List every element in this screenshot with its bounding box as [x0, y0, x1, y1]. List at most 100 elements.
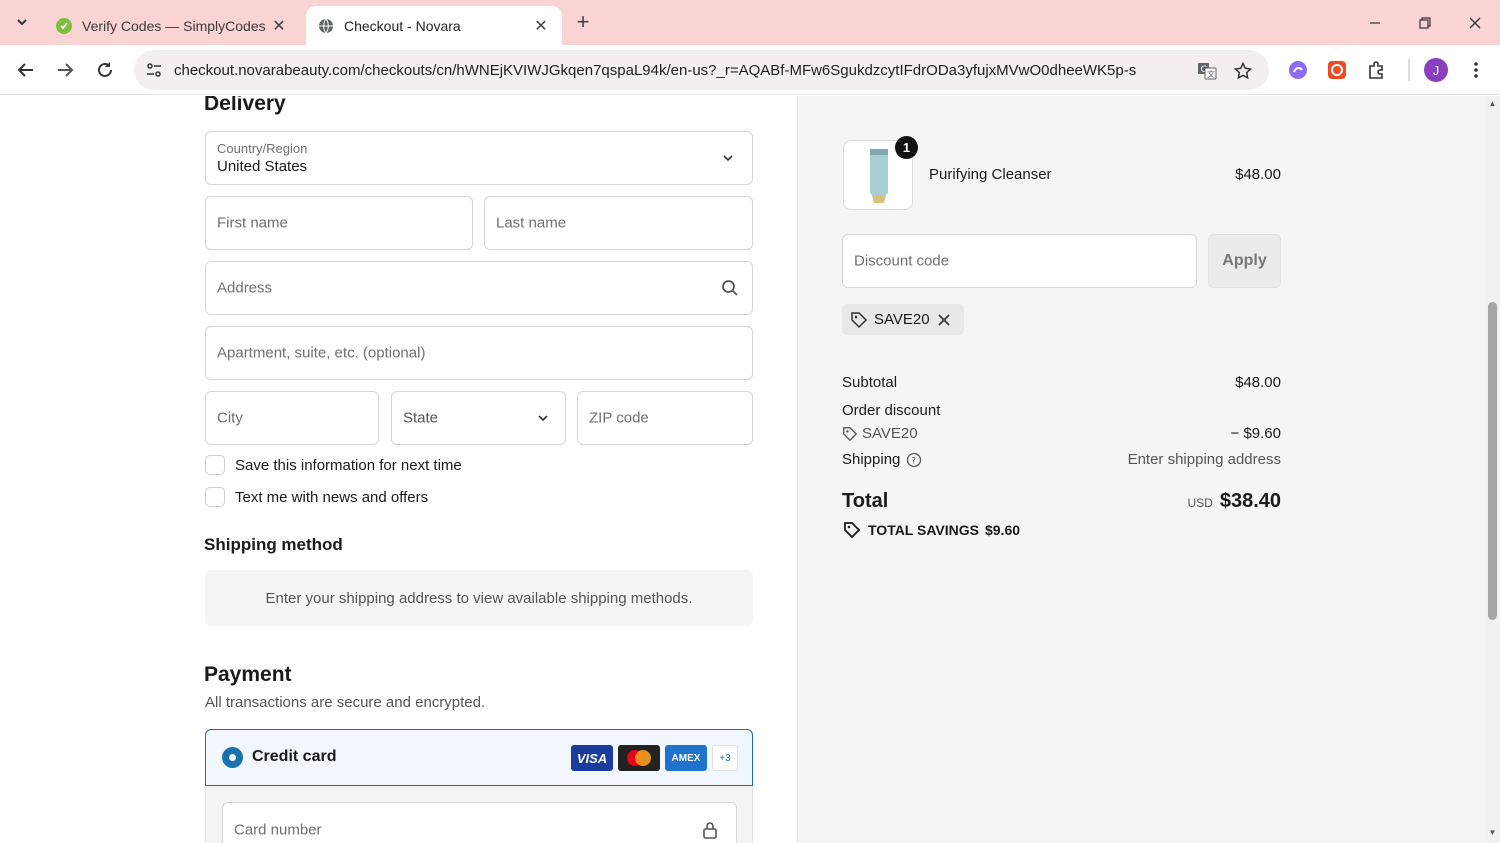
city-field[interactable]: City: [205, 391, 379, 445]
svg-text:文: 文: [1207, 69, 1215, 79]
shipping-method-info: Enter your shipping address to view avai…: [205, 570, 753, 626]
discount-code-text: SAVE20: [862, 425, 918, 442]
scroll-down-arrow-icon[interactable]: ▼: [1488, 829, 1497, 837]
page-scrollbar[interactable]: ▲ ▼: [1485, 96, 1500, 843]
last-name-field[interactable]: Last name: [484, 196, 753, 250]
apartment-field[interactable]: Apartment, suite, etc. (optional): [205, 326, 753, 380]
total-savings-label: TOTAL SAVINGS: [868, 522, 979, 538]
zip-field[interactable]: ZIP code: [577, 391, 753, 445]
close-tab-icon[interactable]: ✕: [270, 16, 288, 36]
country-select[interactable]: Country/Region United States: [205, 131, 753, 185]
save-info-label: Save this information for next time: [235, 456, 462, 474]
minimize-button[interactable]: [1350, 0, 1400, 45]
address-field[interactable]: Address: [205, 261, 753, 315]
tab-title: Checkout - Novara: [344, 17, 461, 34]
simplycodes-favicon-icon: [56, 17, 72, 34]
text-me-row[interactable]: Text me with news and offers: [205, 487, 428, 507]
tab-strip: Verify Codes — SimplyCodes ✕ Checkout - …: [0, 0, 1500, 45]
translate-icon[interactable]: G文: [1196, 60, 1218, 82]
text-me-checkbox[interactable]: [205, 487, 225, 507]
credit-card-radio[interactable]: [222, 747, 243, 768]
country-value: United States: [217, 158, 308, 175]
checkout-page: Delivery Country/Region United States Fi…: [0, 96, 1500, 843]
restore-icon: [1419, 16, 1431, 29]
scroll-up-arrow-icon[interactable]: ▲: [1488, 100, 1497, 108]
new-tab-button[interactable]: +: [570, 9, 596, 35]
first-name-field[interactable]: First name: [205, 196, 473, 250]
first-name-placeholder: First name: [217, 214, 288, 232]
chevron-down-icon: [533, 408, 553, 428]
save-info-checkbox[interactable]: [205, 455, 225, 475]
tab-title: Verify Codes — SimplyCodes: [82, 17, 266, 34]
extension-red-icon[interactable]: [1325, 58, 1349, 82]
card-brands: VISA AMEX +3: [571, 745, 738, 771]
globe-icon: [318, 18, 334, 34]
subtotal-value: $48.00: [1235, 374, 1281, 391]
apartment-placeholder: Apartment, suite, etc. (optional): [217, 344, 426, 362]
search-icon: [720, 278, 740, 298]
product-name: Purifying Cleanser: [929, 166, 1052, 183]
applied-discount-chip: SAVE20: [842, 304, 964, 335]
scroll-thumb[interactable]: [1488, 302, 1497, 620]
discount-value: − $9.60: [1230, 425, 1281, 442]
tab-search-button[interactable]: [8, 8, 36, 36]
restore-button[interactable]: [1400, 0, 1450, 45]
shipping-label: Shipping: [842, 451, 901, 468]
address-bar[interactable]: checkout.novarabeauty.com/checkouts/cn/h…: [134, 50, 1269, 90]
last-name-placeholder: Last name: [496, 214, 567, 232]
chevron-down-icon: [17, 19, 27, 26]
tab-checkout[interactable]: Checkout - Novara ✕: [306, 6, 562, 45]
url-text[interactable]: checkout.novarabeauty.com/checkouts/cn/h…: [174, 62, 1184, 79]
minimize-icon: [1370, 21, 1380, 24]
total-label: Total: [842, 490, 889, 512]
profile-initial: J: [1424, 58, 1448, 82]
text-me-label: Text me with news and offers: [235, 488, 429, 506]
apply-discount-button[interactable]: Apply: [1208, 234, 1281, 288]
discount-code-input[interactable]: Discount code: [842, 234, 1197, 288]
remove-discount-icon[interactable]: [938, 313, 956, 326]
payment-subtitle: All transactions are secure and encrypte…: [205, 694, 486, 711]
profile-avatar[interactable]: J: [1424, 58, 1448, 82]
back-button[interactable]: [12, 56, 40, 84]
lock-icon: [700, 820, 720, 840]
state-select[interactable]: State: [391, 391, 566, 445]
close-window-button[interactable]: [1450, 0, 1500, 45]
order-discount-label: Order discount: [842, 402, 941, 419]
site-info-icon[interactable]: [136, 52, 172, 88]
delivery-heading: Delivery: [204, 96, 286, 115]
help-circle-icon[interactable]: ?: [906, 452, 922, 468]
savings-tag-icon: [844, 522, 861, 539]
reload-button[interactable]: [91, 56, 119, 84]
tab-verify-codes[interactable]: Verify Codes — SimplyCodes ✕: [44, 6, 300, 45]
credit-card-option[interactable]: Credit card VISA AMEX +3: [205, 729, 753, 786]
city-placeholder: City: [217, 409, 243, 427]
chevron-down-icon: [718, 148, 738, 168]
extensions-puzzle-icon[interactable]: [1365, 58, 1389, 82]
credit-card-form: Card number: [205, 786, 753, 843]
address-placeholder: Address: [217, 279, 273, 297]
total-value: $38.40: [1219, 490, 1281, 512]
tag-icon: [843, 426, 858, 441]
quantity-badge: 1: [895, 136, 918, 159]
applied-code: SAVE20: [874, 311, 930, 328]
bookmark-star-icon[interactable]: [1232, 60, 1254, 82]
extension-purple-icon[interactable]: [1286, 58, 1310, 82]
shipping-value: Enter shipping address: [1127, 451, 1281, 468]
arrow-right-icon: [58, 63, 74, 77]
total-savings-value: $9.60: [984, 522, 1021, 538]
amex-icon: AMEX: [665, 745, 707, 771]
zip-placeholder: ZIP code: [589, 409, 649, 427]
close-tab-icon[interactable]: ✕: [532, 16, 550, 36]
product-price: $48.00: [1235, 166, 1281, 183]
forward-button[interactable]: [51, 56, 79, 84]
currency-code: USD: [1187, 496, 1213, 510]
tag-icon: [851, 311, 868, 328]
state-placeholder: State: [403, 409, 439, 427]
card-number-field[interactable]: Card number: [222, 802, 737, 843]
credit-card-label: Credit card: [252, 748, 337, 765]
save-info-row[interactable]: Save this information for next time: [205, 455, 462, 475]
more-menu-icon[interactable]: [1464, 58, 1488, 82]
mastercard-icon: [618, 745, 660, 771]
browser-toolbar: checkout.novarabeauty.com/checkouts/cn/h…: [0, 45, 1500, 95]
shipping-method-heading: Shipping method: [204, 535, 343, 554]
